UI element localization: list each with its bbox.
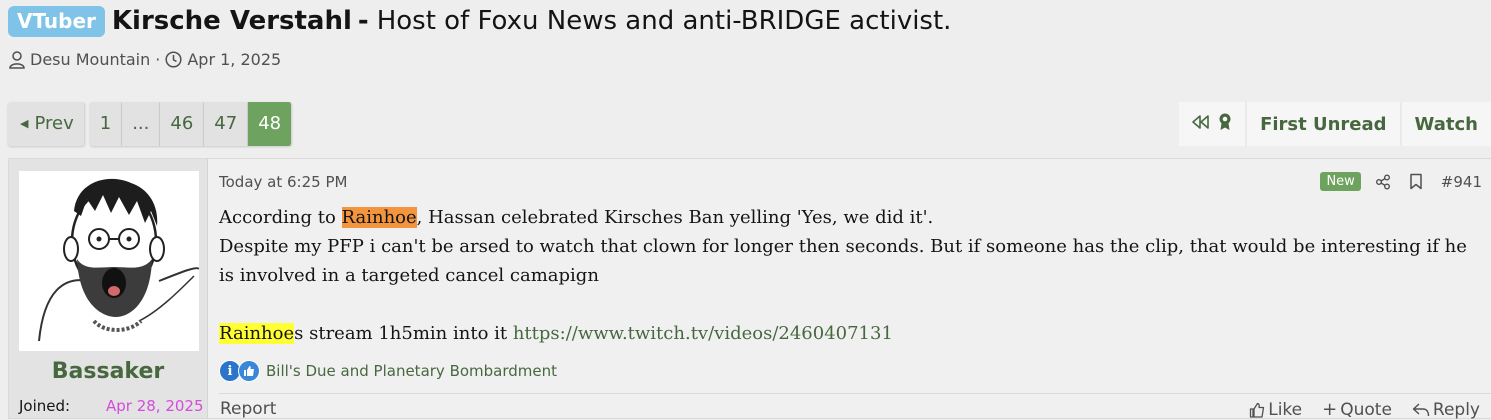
post-footer: Report Like + Quote Reply	[219, 393, 1491, 420]
thumbs-up-icon	[1249, 402, 1265, 418]
title-main: Kirsche Verstahl	[111, 6, 352, 36]
report-link[interactable]: Report	[220, 399, 276, 419]
page-47[interactable]: 47	[204, 102, 249, 146]
clock-icon	[165, 51, 182, 68]
line1-suffix: , Hassan celebrated Kirsches Ban yelling…	[416, 207, 934, 228]
thread-title: VTuber Kirsche Verstahl - Host of Foxu N…	[8, 4, 951, 38]
post: Bassaker Joined: Apr 28, 2025 Today at 6…	[8, 158, 1491, 420]
page-1[interactable]: 1	[89, 102, 123, 146]
thread-author[interactable]: Desu Mountain	[30, 50, 150, 69]
post-line-3: Rainhoes stream 1h5min into it https://w…	[219, 319, 1479, 348]
line3-text: s stream 1h5min into it	[294, 323, 513, 344]
meta-separator: ·	[155, 50, 161, 69]
reply-arrow-icon	[1412, 402, 1430, 417]
jump-controls[interactable]	[1179, 102, 1245, 146]
user-icon	[9, 50, 25, 69]
highlight-mention: Rainhoe	[341, 207, 417, 228]
username[interactable]: Bassaker	[9, 359, 207, 384]
prefix-badge[interactable]: VTuber	[8, 5, 105, 37]
line1-prefix: According to	[219, 207, 342, 228]
reactions-bar[interactable]: i Bill's Due and Planetary Bombardment	[219, 360, 557, 382]
bookmark-icon[interactable]	[1409, 173, 1423, 190]
post-line-2: Despite my PFP i can't be arsed to watch…	[219, 236, 1467, 286]
highlight-mention-2: Rainhoe	[219, 323, 295, 344]
post-number[interactable]: #941	[1441, 173, 1482, 191]
page-ellipsis[interactable]: ...	[122, 102, 161, 146]
award-icon[interactable]	[1217, 112, 1233, 137]
thread-meta: Desu Mountain · Apr 1, 2025	[9, 50, 281, 69]
title-subtitle: Host of Foxu News and anti-BRIDGE activi…	[376, 6, 952, 36]
message-main: Today at 6:25 PM New #941 According to R…	[219, 159, 1491, 420]
user-pane: Bassaker Joined: Apr 28, 2025	[9, 159, 208, 418]
watch-button[interactable]: Watch	[1399, 102, 1491, 146]
post-date[interactable]: Today at 6:25 PM	[219, 173, 347, 191]
joined-label: Joined:	[19, 397, 71, 415]
title-separator: -	[357, 6, 369, 36]
post-body: According to Rainhoe, Hassan celebrated …	[219, 203, 1479, 348]
prev-page-button[interactable]: ◀ Prev	[8, 102, 85, 146]
page-48-current[interactable]: 48	[248, 102, 293, 146]
share-icon[interactable]	[1375, 174, 1391, 190]
pagination: ◀ Prev 1 ... 46 47 48	[8, 102, 295, 146]
rewind-icon[interactable]	[1191, 114, 1211, 135]
avatar[interactable]	[19, 171, 200, 351]
joined-date: Apr 28, 2025	[106, 397, 204, 415]
caret-left-icon: ◀	[20, 117, 29, 130]
thread-actions: First Unread Watch	[1179, 102, 1491, 146]
thread-date[interactable]: Apr 1, 2025	[187, 50, 281, 69]
post-line-1: According to Rainhoe, Hassan celebrated …	[219, 203, 1479, 232]
prev-label: Prev	[34, 113, 74, 134]
new-badge: New	[1320, 172, 1361, 191]
like-reaction-icon	[238, 360, 260, 382]
first-unread-link[interactable]: First Unread	[1245, 102, 1399, 146]
reaction-users[interactable]: Bill's Due and Planetary Bombardment	[266, 362, 557, 380]
page-46[interactable]: 46	[160, 102, 205, 146]
post-tools: New #941	[1320, 172, 1482, 191]
twitch-link[interactable]: https://www.twitch.tv/videos/2460407131	[513, 323, 893, 344]
